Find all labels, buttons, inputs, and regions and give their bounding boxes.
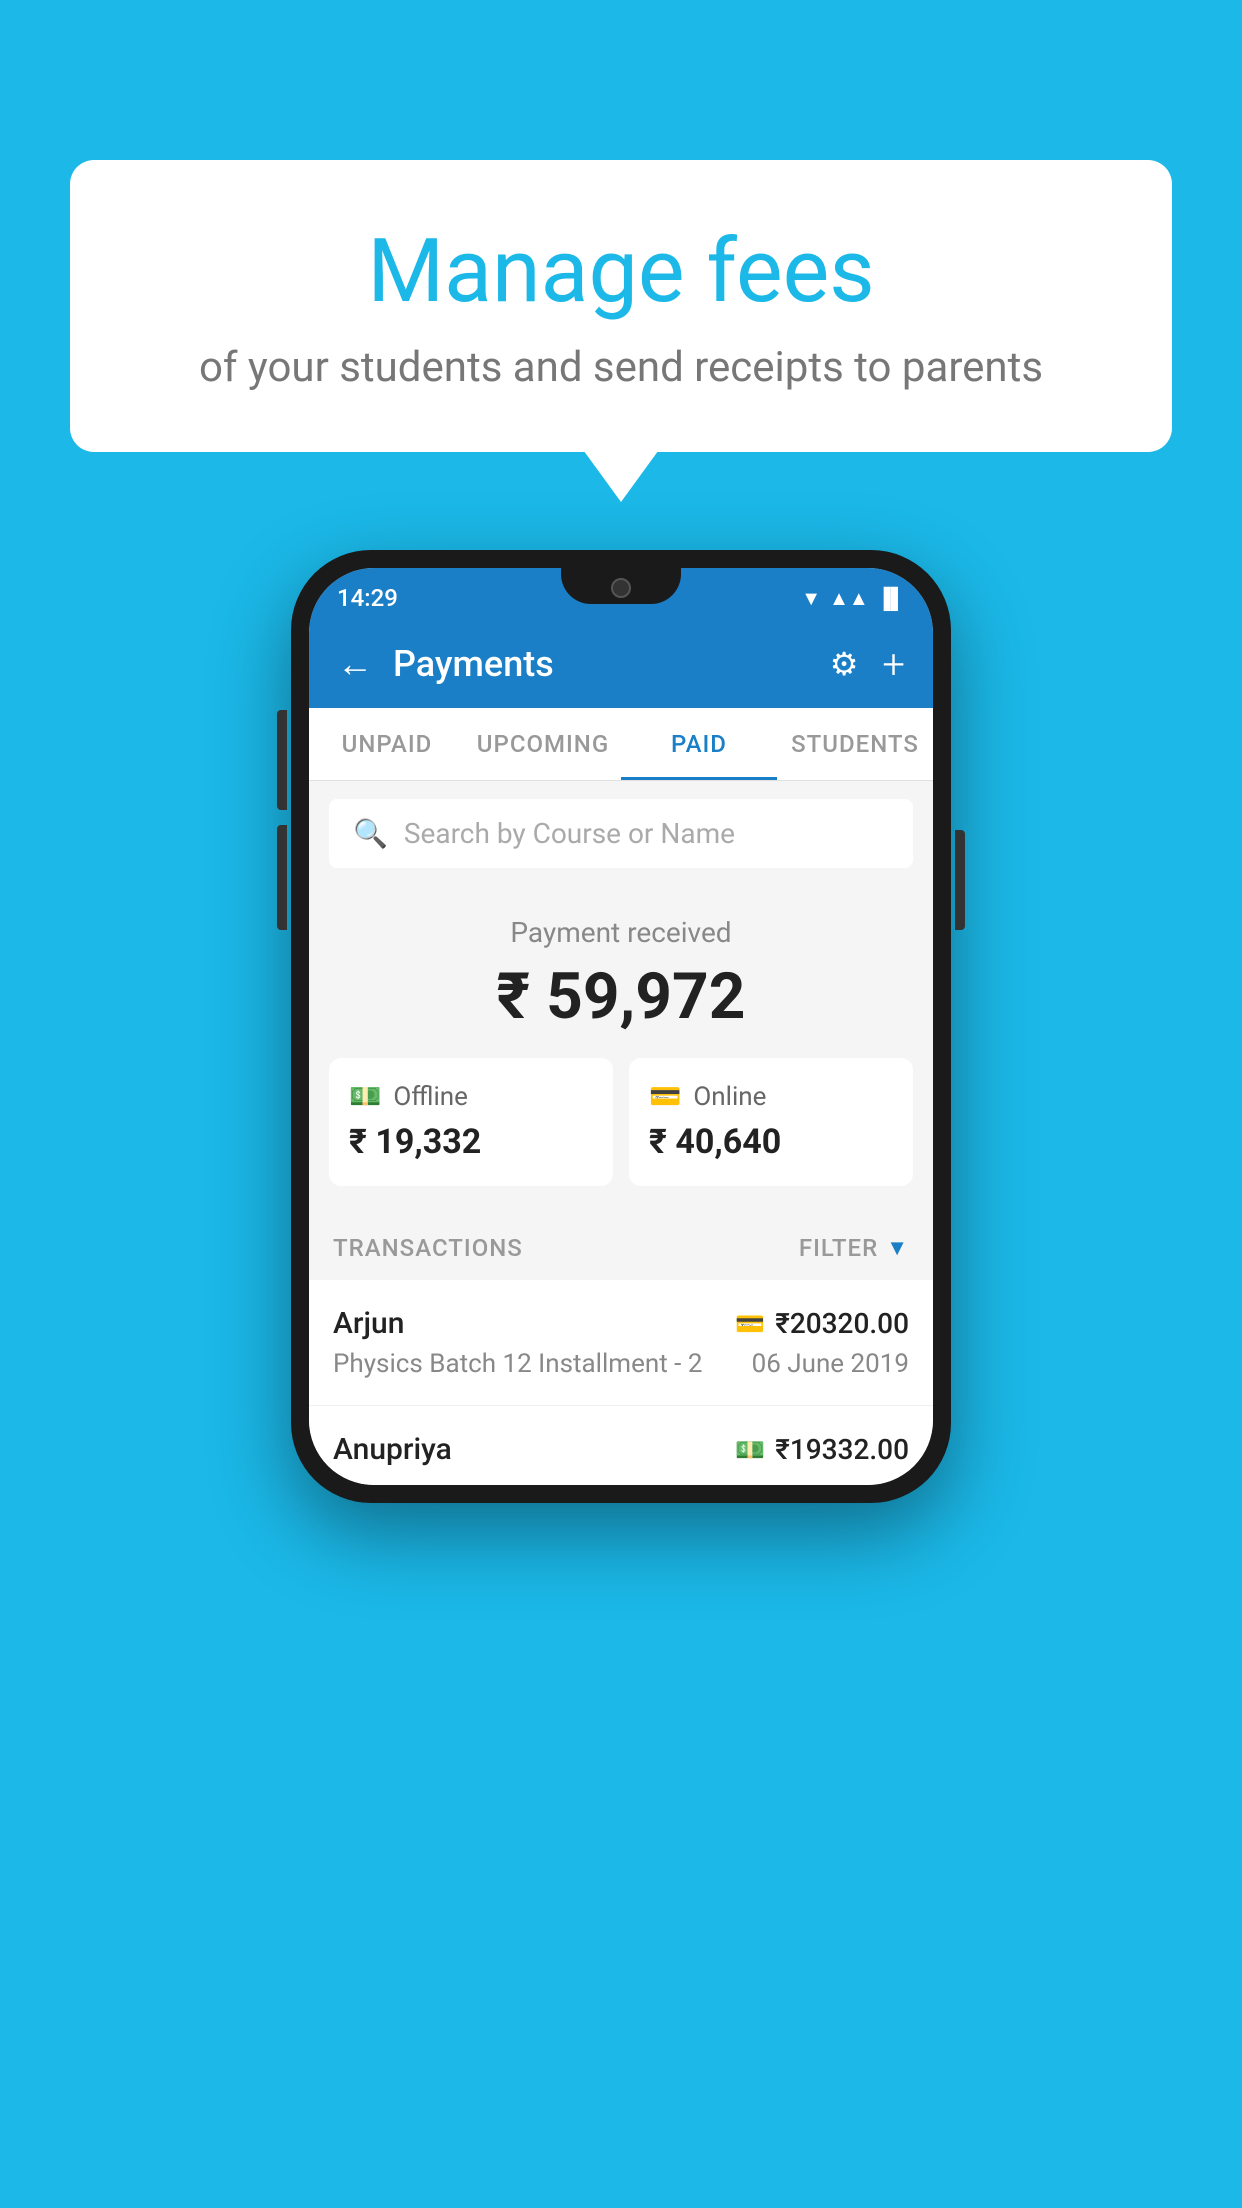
app-header: ← Payments ⚙ +	[309, 620, 933, 708]
payment-received-label: Payment received	[329, 916, 913, 949]
transaction-name-2: Anupriya	[333, 1432, 452, 1467]
tab-students[interactable]: STUDENTS	[777, 708, 933, 780]
transactions-label: TRANSACTIONS	[333, 1234, 523, 1262]
offline-amount: ₹ 19,332	[349, 1122, 593, 1162]
payment-section: Payment received ₹ 59,972 💵 Offline ₹ 19…	[309, 886, 933, 1216]
front-camera	[611, 578, 631, 598]
filter-button[interactable]: FILTER ▼	[799, 1234, 909, 1262]
transaction-top-2: Anupriya 💵 ₹19332.00	[333, 1432, 909, 1467]
transaction-amount-wrap-2: 💵 ₹19332.00	[735, 1433, 909, 1466]
settings-icon[interactable]: ⚙	[830, 645, 859, 683]
transaction-name: Arjun	[333, 1306, 404, 1341]
status-icons: ▼ ▲▲ ▐▌	[801, 586, 905, 611]
transaction-row[interactable]: Arjun 💳 ₹20320.00 Physics Batch 12 Insta…	[309, 1280, 933, 1406]
header-title: Payments	[393, 643, 810, 685]
back-button[interactable]: ←	[337, 643, 373, 685]
transaction-amount-wrap: 💳 ₹20320.00	[735, 1307, 909, 1340]
card-payment-icon: 💳	[735, 1310, 765, 1338]
filter-icon: ▼	[886, 1235, 909, 1261]
phone-mockup: 14:29 ▼ ▲▲ ▐▌ ← Payments ⚙ + UNPAID UP	[291, 550, 951, 1503]
offline-label: Offline	[393, 1082, 468, 1112]
transaction-bottom: Physics Batch 12 Installment - 2 06 June…	[333, 1349, 909, 1379]
offline-card: 💵 Offline ₹ 19,332	[329, 1058, 613, 1186]
phone-screen: 14:29 ▼ ▲▲ ▐▌ ← Payments ⚙ + UNPAID UP	[309, 568, 933, 1485]
transaction-top: Arjun 💳 ₹20320.00	[333, 1306, 909, 1341]
online-card: 💳 Online ₹ 40,640	[629, 1058, 913, 1186]
battery-icon: ▐▌	[877, 586, 905, 611]
transaction-date: 06 June 2019	[752, 1349, 909, 1379]
search-bar[interactable]: 🔍 Search by Course or Name	[329, 799, 913, 868]
search-placeholder: Search by Course or Name	[404, 817, 735, 850]
phone-notch	[561, 568, 681, 604]
transaction-amount-2: ₹19332.00	[775, 1433, 909, 1466]
speech-bubble: Manage fees of your students and send re…	[70, 160, 1172, 452]
offline-card-header: 💵 Offline	[349, 1082, 593, 1112]
volume-down-button	[277, 825, 287, 885]
status-time: 14:29	[337, 584, 398, 612]
transaction-amount: ₹20320.00	[775, 1307, 909, 1340]
search-container: 🔍 Search by Course or Name	[309, 781, 933, 886]
power-button-left	[277, 710, 287, 760]
header-icons: ⚙ +	[830, 641, 905, 688]
wifi-icon: ▼	[801, 586, 821, 611]
cash-icon: 💵	[349, 1082, 381, 1112]
search-icon: 🔍	[353, 817, 388, 850]
payment-received-amount: ₹ 59,972	[329, 959, 913, 1034]
speech-bubble-wrapper: Manage fees of your students and send re…	[70, 160, 1172, 452]
transaction-course: Physics Batch 12 Installment - 2	[333, 1349, 702, 1379]
phone-outer: 14:29 ▼ ▲▲ ▐▌ ← Payments ⚙ + UNPAID UP	[291, 550, 951, 1503]
online-amount: ₹ 40,640	[649, 1122, 893, 1162]
tab-unpaid[interactable]: UNPAID	[309, 708, 465, 780]
payment-cards: 💵 Offline ₹ 19,332 💳 Online ₹ 40,640	[329, 1058, 913, 1186]
cash-payment-icon: 💵	[735, 1436, 765, 1464]
signal-icon: ▲▲	[829, 586, 869, 611]
bubble-title: Manage fees	[150, 220, 1092, 323]
card-icon: 💳	[649, 1082, 681, 1112]
tab-paid[interactable]: PAID	[621, 708, 777, 780]
online-card-header: 💳 Online	[649, 1082, 893, 1112]
tab-upcoming[interactable]: UPCOMING	[465, 708, 621, 780]
transaction-row-partial[interactable]: Anupriya 💵 ₹19332.00	[309, 1406, 933, 1485]
bubble-subtitle: of your students and send receipts to pa…	[150, 343, 1092, 392]
transactions-header: TRANSACTIONS FILTER ▼	[309, 1216, 933, 1280]
filter-label: FILTER	[799, 1234, 878, 1262]
online-label: Online	[693, 1082, 766, 1112]
add-icon[interactable]: +	[882, 641, 905, 688]
tabs-bar: UNPAID UPCOMING PAID STUDENTS	[309, 708, 933, 781]
